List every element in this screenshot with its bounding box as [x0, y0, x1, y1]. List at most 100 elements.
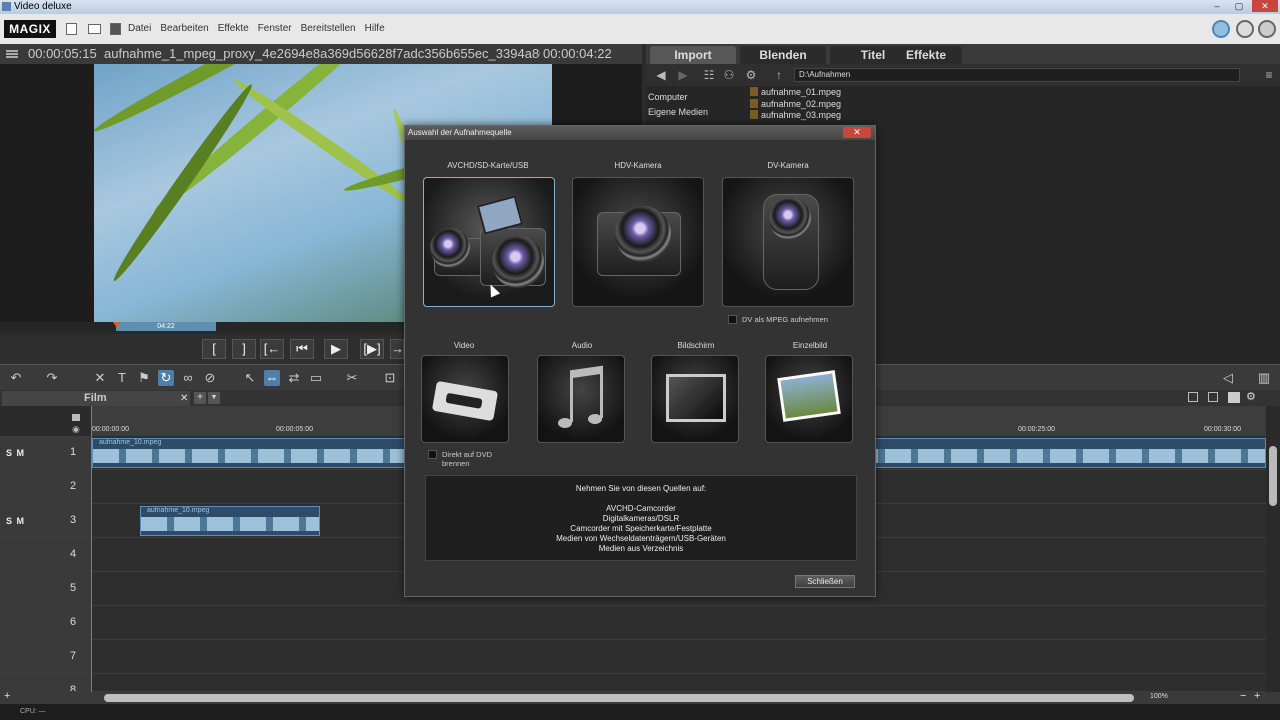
globe-icon[interactable]: [1212, 20, 1230, 38]
add-tab-icon[interactable]: +: [194, 392, 206, 404]
magix-logo: MAGIX: [4, 20, 56, 38]
track-header: S M 1: [0, 436, 92, 469]
new-file-icon[interactable]: [66, 23, 77, 35]
timeline-vertical-scrollbar[interactable]: [1266, 406, 1280, 692]
menu-bereitstellen[interactable]: Bereitstellen: [301, 23, 356, 34]
track-header: 8: [0, 674, 92, 692]
zoom-in-icon[interactable]: +: [1254, 690, 1260, 702]
pointer-icon[interactable]: ↖: [242, 370, 258, 386]
forward-icon[interactable]: ▶: [676, 68, 690, 82]
track-controls[interactable]: S M: [6, 516, 25, 526]
tab-import[interactable]: Import: [650, 46, 736, 64]
maximize-button[interactable]: ▢: [1228, 0, 1250, 12]
link-icon[interactable]: ∞: [180, 370, 196, 386]
mixer-icon[interactable]: ▥: [1256, 370, 1272, 386]
track-row: 8: [0, 674, 1266, 692]
track-number: 8: [70, 684, 77, 692]
edit-mode-icon[interactable]: ⇄: [286, 370, 302, 386]
menu-fenster[interactable]: Fenster: [258, 23, 292, 34]
source-label-hdv: HDV-Kamera: [614, 161, 662, 170]
ruler-label: 00:00:30:00: [1204, 426, 1241, 433]
close-tab-icon[interactable]: ✕: [180, 393, 188, 404]
add-icon[interactable]: +: [4, 690, 10, 702]
menu-hilfe[interactable]: Hilfe: [365, 23, 385, 34]
snapshot-icon[interactable]: ⊡: [382, 370, 398, 386]
location-eigene-medien[interactable]: Eigene Medien: [648, 105, 708, 120]
zoom-out-icon[interactable]: −: [1240, 690, 1246, 702]
video-source-button[interactable]: [421, 355, 509, 443]
menu-icon[interactable]: [6, 50, 18, 58]
disc-icon[interactable]: [1236, 20, 1254, 38]
zoom-level[interactable]: 100%: [1150, 693, 1168, 700]
list-view-icon[interactable]: ≡: [1262, 68, 1276, 82]
menu-datei[interactable]: Datei: [128, 23, 151, 34]
status-bar: CPU: —: [0, 704, 1280, 720]
menu-bearbeiten[interactable]: Bearbeiten: [160, 23, 208, 34]
undo-icon[interactable]: ↶: [8, 370, 24, 386]
track-number: 4: [70, 548, 77, 560]
mark-out-button[interactable]: ]: [232, 339, 256, 359]
play-range-button[interactable]: [▶]: [360, 339, 384, 359]
tree-view-icon[interactable]: ☷: [702, 68, 716, 82]
loop-icon[interactable]: ↻: [158, 370, 174, 386]
timeline-horizontal-scrollbar[interactable]: + 100% − +: [0, 690, 1280, 704]
file-item[interactable]: aufnahme_01.mpeg: [750, 87, 841, 99]
file-item[interactable]: aufnahme_02.mpeg: [750, 99, 841, 111]
redo-icon[interactable]: ↷: [44, 370, 60, 386]
path-field[interactable]: D:\Aufnahmen: [794, 68, 1240, 82]
screen-source-button[interactable]: [651, 355, 739, 443]
window-close-button[interactable]: ✕: [1252, 0, 1278, 12]
dv-source-button[interactable]: [722, 177, 854, 307]
help-icon[interactable]: [1258, 20, 1276, 38]
video-clip[interactable]: aufnahme_10.mpeg: [140, 506, 320, 536]
hdv-source-button[interactable]: [572, 177, 704, 307]
minimize-button[interactable]: –: [1206, 0, 1228, 12]
ruler-label: 00:00:00:00: [92, 426, 129, 433]
window-title: Video deluxe: [14, 1, 72, 12]
save-icon[interactable]: [110, 23, 121, 35]
up-folder-icon[interactable]: ↑: [772, 68, 786, 82]
scroll-thumb[interactable]: [104, 694, 1134, 702]
layout-single-icon[interactable]: [1188, 392, 1198, 402]
file-item[interactable]: aufnahme_03.mpeg: [750, 110, 841, 122]
playhead[interactable]: [113, 322, 121, 328]
binoculars-icon[interactable]: ⚇: [722, 68, 736, 82]
eye-icon[interactable]: ◉: [72, 424, 80, 435]
film-tab[interactable]: Film: [2, 391, 190, 406]
layout-timeline-icon[interactable]: [1228, 392, 1240, 403]
audio-source-button[interactable]: [537, 355, 625, 443]
open-folder-icon[interactable]: [88, 24, 101, 34]
play-button[interactable]: ▶: [324, 339, 348, 359]
location-computer[interactable]: Computer: [648, 90, 708, 105]
gear-icon[interactable]: ⚙: [744, 68, 758, 82]
razor-icon[interactable]: ✂: [344, 370, 360, 386]
dialog-close-button[interactable]: Schließen: [795, 575, 855, 588]
dv-mpeg-checkbox[interactable]: [728, 315, 737, 324]
speaker-icon[interactable]: ◁: [1220, 370, 1236, 386]
mode-icon[interactable]: ⇔: [264, 370, 280, 386]
tab-effekte[interactable]: Effekte: [890, 46, 962, 64]
back-icon[interactable]: ◀: [654, 68, 668, 82]
delete-icon[interactable]: ✕: [92, 370, 108, 386]
unlink-icon[interactable]: ⊘: [202, 370, 218, 386]
track-row: 6: [0, 606, 1266, 640]
clip-name: aufnahme_10.mpeg: [147, 507, 210, 514]
layout-grid-icon[interactable]: [1208, 392, 1218, 402]
track-controls[interactable]: S M: [6, 448, 25, 458]
track-header: 2: [0, 470, 92, 503]
previous-frame-button[interactable]: ⏮: [290, 339, 314, 359]
tab-blenden[interactable]: Blenden: [740, 46, 826, 64]
timeline-playhead[interactable]: [91, 406, 92, 692]
lock-icon[interactable]: [72, 414, 80, 421]
mark-in-button[interactable]: [: [202, 339, 226, 359]
stretch-icon[interactable]: ▭: [308, 370, 324, 386]
dialog-close-icon[interactable]: ✕: [843, 127, 871, 138]
marker-icon[interactable]: ⚑: [136, 370, 152, 386]
menu-effekte[interactable]: Effekte: [218, 23, 249, 34]
dvd-burn-checkbox[interactable]: [428, 450, 437, 459]
tab-dropdown-icon[interactable]: ▼: [208, 392, 220, 404]
settings-icon[interactable]: ⚙: [1246, 390, 1256, 403]
still-image-source-button[interactable]: [765, 355, 853, 443]
go-to-in-button[interactable]: [←: [260, 339, 284, 359]
title-icon[interactable]: T: [114, 370, 130, 386]
